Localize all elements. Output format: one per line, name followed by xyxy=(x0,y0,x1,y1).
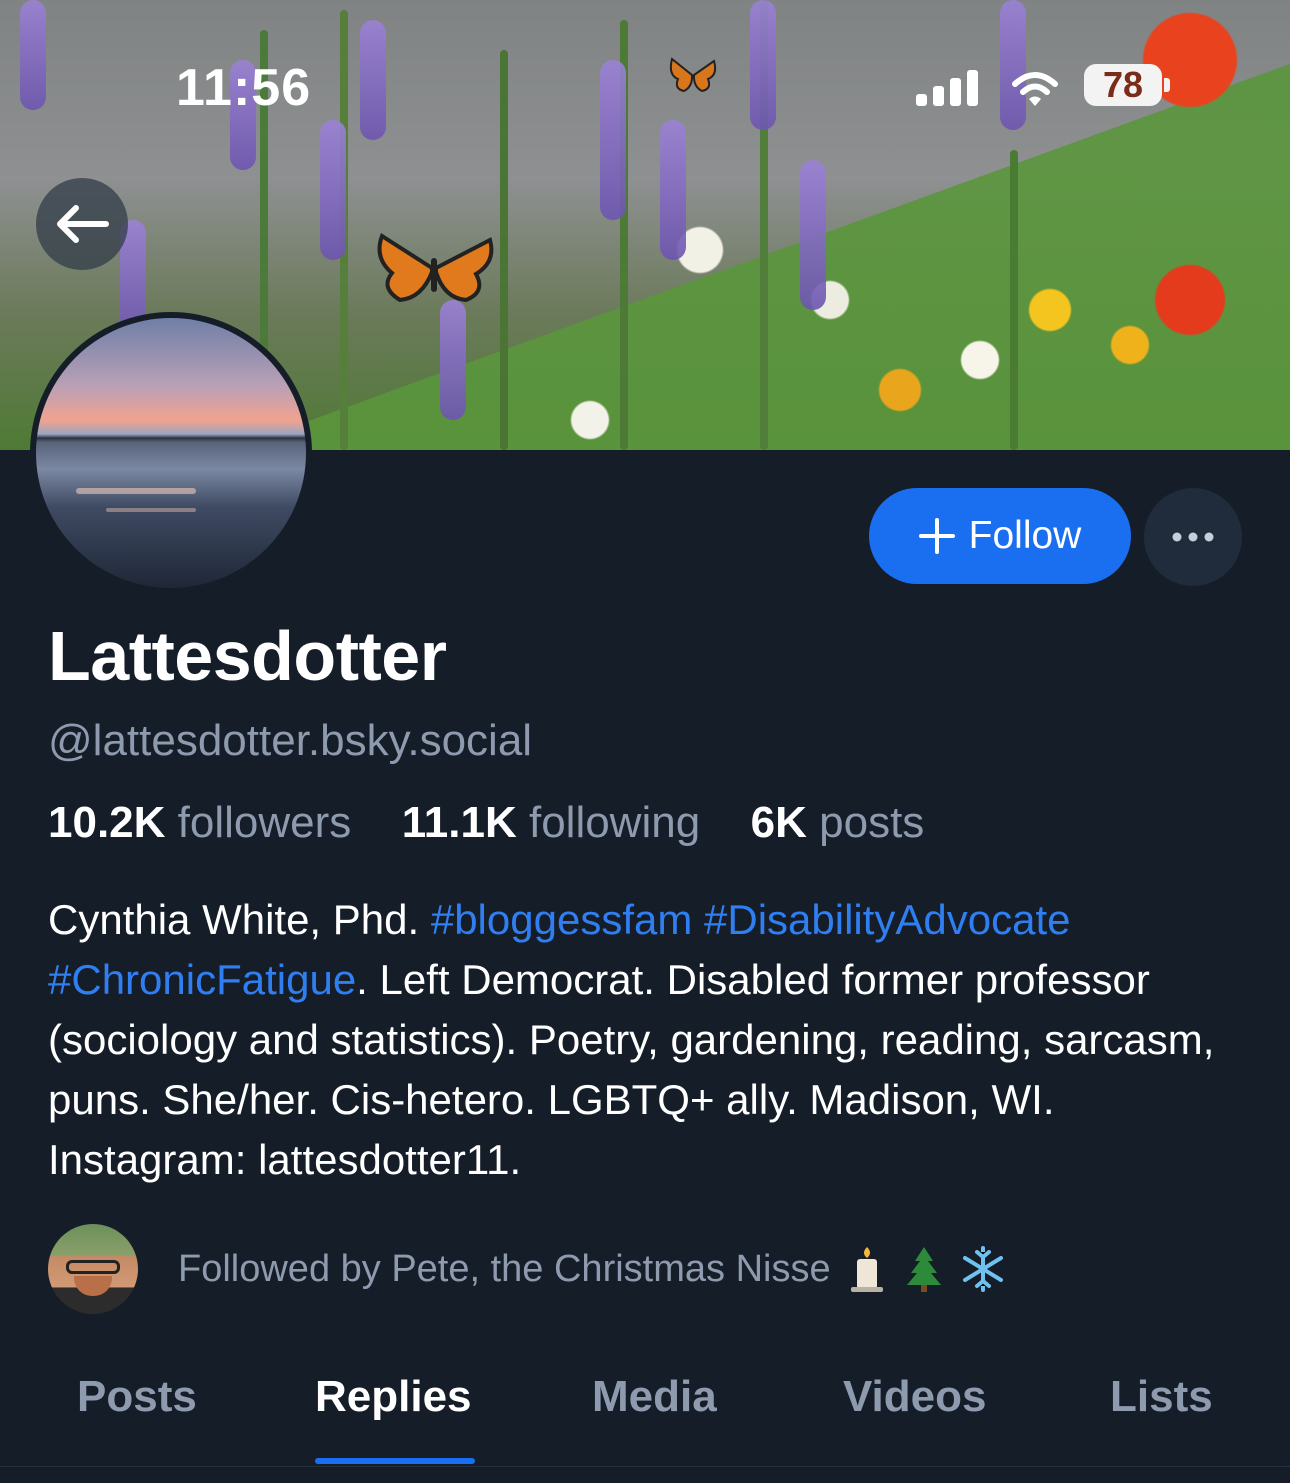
profile-stats: 10.2K followers 11.1K following 6K posts xyxy=(48,798,924,848)
snowflake-icon xyxy=(962,1246,1003,1292)
followers-link[interactable]: 10.2K followers xyxy=(48,798,364,847)
wifi-icon xyxy=(1012,72,1058,106)
profile-bio: Cynthia White, Phd. #bloggessfam #Disabi… xyxy=(48,890,1248,1190)
battery-level: 78 xyxy=(1084,64,1162,106)
banner-flower xyxy=(660,120,686,260)
divider xyxy=(0,1466,1290,1467)
follow-label: Follow xyxy=(968,514,1082,557)
banner-stem xyxy=(500,50,508,450)
tab-posts[interactable]: Posts xyxy=(77,1372,197,1422)
banner-flower xyxy=(320,120,346,260)
hashtag-link[interactable]: #bloggessfam xyxy=(431,896,693,943)
butterfly-image xyxy=(669,57,717,93)
tab-videos[interactable]: Videos xyxy=(843,1372,986,1422)
posts-stat: 6K posts xyxy=(751,798,925,847)
profile-handle: @lattesdotter.bsky.social xyxy=(48,716,533,765)
avatar[interactable] xyxy=(48,1224,138,1314)
tab-replies[interactable]: Replies xyxy=(315,1372,472,1422)
posts-count: 6K xyxy=(750,798,807,847)
banner-stem xyxy=(1010,150,1018,450)
banner-flower xyxy=(600,60,626,220)
followers-count: 10.2K xyxy=(48,798,166,847)
more-options-button[interactable] xyxy=(1144,488,1242,586)
tree-icon xyxy=(906,1247,941,1292)
followed-by-row[interactable]: Followed by Pete, the Christmas Nisse xyxy=(48,1224,1007,1314)
tab-media[interactable]: Media xyxy=(592,1372,717,1422)
banner-flower xyxy=(360,20,386,140)
banner-flower xyxy=(440,300,466,420)
back-button[interactable] xyxy=(36,178,128,270)
following-label: following xyxy=(528,798,701,847)
profile-tabs: Posts Replies Media Videos Lists xyxy=(0,1362,1290,1472)
display-name: Lattesdotter xyxy=(48,617,447,695)
candle-icon xyxy=(850,1247,883,1292)
banner-flower xyxy=(800,160,826,310)
following-count: 11.1K xyxy=(401,798,517,847)
profile-avatar[interactable] xyxy=(30,312,312,594)
signal-icon xyxy=(916,70,978,106)
arrow-left-icon xyxy=(57,205,109,243)
banner-flower xyxy=(1000,0,1026,130)
active-tab-indicator xyxy=(315,1458,475,1464)
banner-flower xyxy=(750,0,776,130)
butterfly-image xyxy=(377,232,494,303)
followers-label: followers xyxy=(177,798,352,847)
hashtag-link[interactable]: #DisabilityAdvocate xyxy=(704,896,1071,943)
banner-flower xyxy=(20,0,46,110)
posts-label: posts xyxy=(819,798,925,847)
bio-text: Cynthia White, Phd. xyxy=(48,896,431,943)
hashtag-link[interactable]: #ChronicFatigue xyxy=(48,956,356,1003)
battery-icon: 78 xyxy=(1084,64,1172,108)
followed-by-text: Followed by Pete, the Christmas Nisse xyxy=(178,1247,831,1290)
following-link[interactable]: 11.1K following xyxy=(402,798,713,847)
plus-icon xyxy=(918,518,955,554)
status-time: 11:56 xyxy=(176,59,312,117)
ellipsis-icon xyxy=(1172,532,1214,542)
follow-button[interactable]: Follow xyxy=(869,488,1131,584)
tab-lists[interactable]: Lists xyxy=(1110,1372,1213,1422)
